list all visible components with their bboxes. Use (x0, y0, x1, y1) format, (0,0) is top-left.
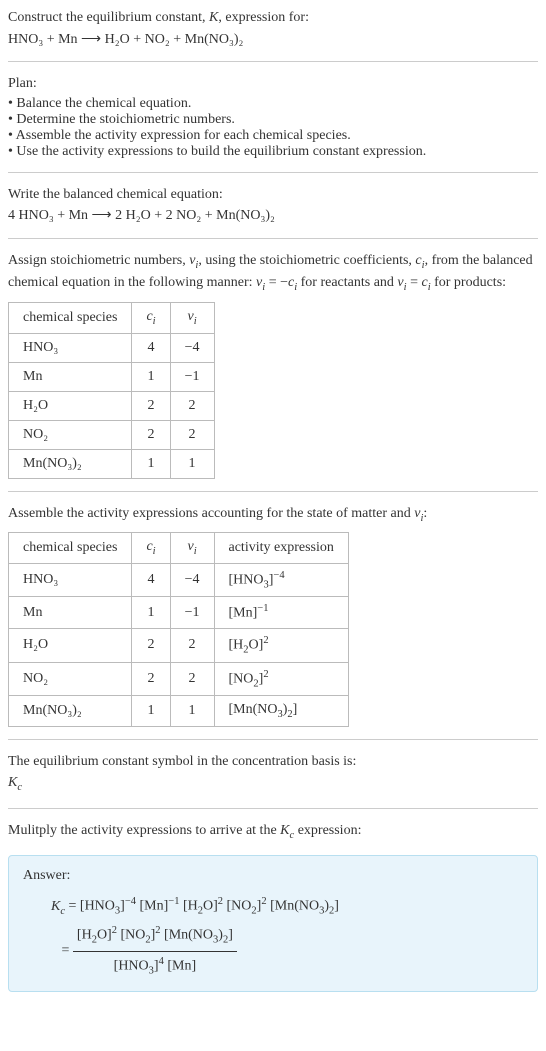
cell-nu: −4 (170, 333, 214, 362)
cell-activity: [Mn(NO3)2] (214, 696, 348, 727)
activity-intro: Assemble the activity expressions accoun… (8, 504, 538, 526)
col-activity: activity expression (214, 533, 348, 564)
answer-box: Answer: Kc = [HNO3]−4 [Mn]−1 [H2O]2 [NO2… (8, 855, 538, 992)
header-K: K (209, 10, 218, 25)
table-header-row: chemical species ci νi (9, 302, 215, 333)
table-row: H₂O 2 2 [H2O]2 (9, 629, 349, 662)
cell-nu: −1 (170, 597, 214, 629)
cell-c: 1 (132, 362, 170, 391)
col-species: chemical species (9, 533, 132, 564)
cell-activity: [H2O]2 (214, 629, 348, 662)
plan-item: Determine the stoichiometric numbers. (8, 112, 538, 128)
table-row: HNO₃ 4 −4 [HNO3]−4 (9, 564, 349, 597)
header-section: Construct the equilibrium constant, K, e… (8, 8, 538, 49)
eqconst-section: The equilibrium constant symbol in the c… (8, 752, 538, 796)
fraction-numerator: [H2O]2 [NO2]2 [Mn(NO3)2] (73, 921, 237, 951)
cell-species: H₂O (9, 629, 132, 662)
eqconst-symbol: Kc (8, 773, 538, 795)
multiply-text: Mulitply the activity expressions to arr… (8, 821, 538, 843)
cell-c: 1 (132, 696, 170, 727)
table-row: HNO₃ 4 −4 (9, 333, 215, 362)
multiply-section: Mulitply the activity expressions to arr… (8, 821, 538, 843)
cell-species: Mn(NO₃)₂ (9, 449, 132, 478)
plan-title: Plan: (8, 74, 538, 94)
table-row: Mn(NO₃)₂ 1 1 [Mn(NO3)2] (9, 696, 349, 727)
divider (8, 491, 538, 492)
col-c: ci (132, 302, 170, 333)
stoich-section: Assign stoichiometric numbers, νi, using… (8, 251, 538, 479)
cell-c: 1 (132, 449, 170, 478)
cell-activity: [HNO3]−4 (214, 564, 348, 597)
activity-section: Assemble the activity expressions accoun… (8, 504, 538, 727)
col-nu: νi (170, 533, 214, 564)
col-c: ci (132, 533, 170, 564)
divider (8, 172, 538, 173)
balanced-equation: 4 HNO₃ + Mn ⟶ 2 H₂O + 2 NO₂ + Mn(NO₃)₂ (8, 206, 538, 226)
cell-nu: 1 (170, 449, 214, 478)
header-line1-post: , expression for: (218, 10, 309, 25)
cell-activity: [NO2]2 (214, 662, 348, 695)
answer-expression: Kc = [HNO3]−4 [Mn]−1 [H2O]2 [NO2]2 [Mn(N… (23, 892, 523, 981)
cell-c: 2 (132, 629, 170, 662)
table-row: NO₂ 2 2 [NO2]2 (9, 662, 349, 695)
divider (8, 238, 538, 239)
col-nu: νi (170, 302, 214, 333)
cell-c: 4 (132, 333, 170, 362)
plan-item: Use the activity expressions to build th… (8, 144, 538, 160)
header-line1-pre: Construct the equilibrium constant, (8, 10, 209, 25)
table-row: Mn 1 −1 [Mn]−1 (9, 597, 349, 629)
plan-item: Assemble the activity expression for eac… (8, 128, 538, 144)
plan-list: Balance the chemical equation. Determine… (8, 96, 538, 160)
cell-activity: [Mn]−1 (214, 597, 348, 629)
cell-species: HNO₃ (9, 564, 132, 597)
table-row: H₂O 2 2 (9, 391, 215, 420)
table-header-row: chemical species ci νi activity expressi… (9, 533, 349, 564)
plan-item: Balance the chemical equation. (8, 96, 538, 112)
col-species: chemical species (9, 302, 132, 333)
plan-section: Plan: Balance the chemical equation. Det… (8, 74, 538, 160)
header-title: Construct the equilibrium constant, K, e… (8, 8, 538, 28)
cell-nu: −1 (170, 362, 214, 391)
cell-c: 4 (132, 564, 170, 597)
activity-table: chemical species ci νi activity expressi… (8, 532, 349, 727)
cell-nu: 2 (170, 662, 214, 695)
cell-nu: −4 (170, 564, 214, 597)
divider (8, 61, 538, 62)
header-equation: HNO₃ + Mn ⟶ H₂O + NO₂ + Mn(NO₃)₂ (8, 30, 538, 50)
fraction-denominator: [HNO3]4 [Mn] (73, 952, 237, 981)
cell-nu: 2 (170, 420, 214, 449)
cell-nu: 2 (170, 629, 214, 662)
cell-c: 2 (132, 391, 170, 420)
stoich-table: chemical species ci νi HNO₃ 4 −4 Mn 1 −1… (8, 302, 215, 479)
divider (8, 739, 538, 740)
table-row: Mn(NO₃)₂ 1 1 (9, 449, 215, 478)
cell-species: Mn (9, 597, 132, 629)
stoich-intro: Assign stoichiometric numbers, νi, using… (8, 251, 538, 296)
eqconst-line1: The equilibrium constant symbol in the c… (8, 752, 538, 772)
cell-c: 2 (132, 420, 170, 449)
cell-c: 1 (132, 597, 170, 629)
cell-nu: 2 (170, 391, 214, 420)
table-row: NO₂ 2 2 (9, 420, 215, 449)
balanced-title: Write the balanced chemical equation: (8, 185, 538, 205)
balanced-section: Write the balanced chemical equation: 4 … (8, 185, 538, 226)
cell-c: 2 (132, 662, 170, 695)
divider (8, 808, 538, 809)
table-row: Mn 1 −1 (9, 362, 215, 391)
cell-species: HNO₃ (9, 333, 132, 362)
answer-label: Answer: (23, 866, 523, 886)
cell-species: NO₂ (9, 420, 132, 449)
cell-species: NO₂ (9, 662, 132, 695)
cell-species: H₂O (9, 391, 132, 420)
cell-species: Mn (9, 362, 132, 391)
answer-fraction: [H2O]2 [NO2]2 [Mn(NO3)2] [HNO3]4 [Mn] (73, 921, 237, 981)
cell-species: Mn(NO₃)₂ (9, 696, 132, 727)
cell-nu: 1 (170, 696, 214, 727)
